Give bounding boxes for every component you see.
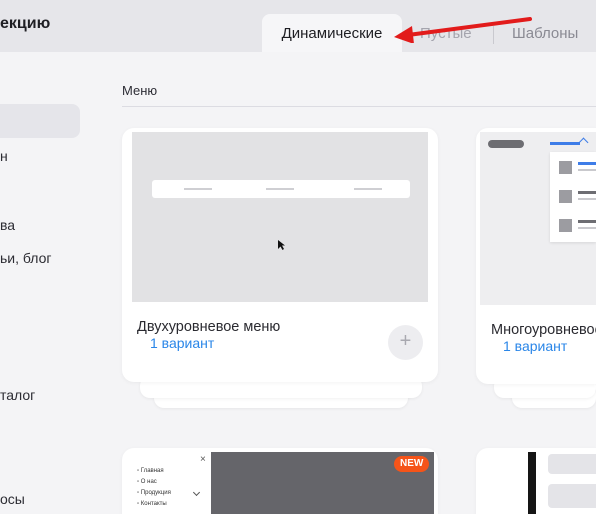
preview-active-link [550, 142, 580, 145]
new-badge: NEW [394, 456, 430, 472]
preview-menu-item: ▫ Продукция [137, 490, 171, 496]
annotation-arrow [394, 17, 532, 43]
preview-menu-item: ▫ Контакты [137, 501, 167, 507]
section-title: Меню [122, 83, 158, 98]
sidebar-selected-item[interactable] [0, 104, 80, 138]
card-variant-link[interactable]: 1 вариант [503, 338, 567, 354]
sidebar-item-5[interactable]: осы [0, 491, 25, 507]
preview-menu-line [354, 188, 382, 190]
section-divider [122, 106, 596, 107]
sidebar-item-1[interactable]: н [0, 148, 8, 164]
card-preview [480, 132, 596, 305]
sidebar-item-2[interactable]: ва [0, 217, 15, 233]
close-icon: × [200, 454, 206, 465]
card-title: Двухуровневое меню [137, 319, 281, 335]
chevron-up-icon [578, 137, 589, 148]
preview-dropdown [550, 152, 596, 242]
dialog-title: екцию [0, 15, 51, 32]
preview-block [548, 484, 596, 508]
card-title: Многоуровневое [491, 322, 596, 338]
preview-menu-line [184, 188, 212, 190]
sidebar-item-4[interactable]: талог [0, 387, 35, 403]
mouse-cursor-icon [278, 240, 285, 250]
card-preview [132, 132, 428, 302]
tab-dynamic[interactable]: Динамические [262, 14, 402, 52]
preview-menu-line [266, 188, 294, 190]
add-button[interactable]: + [388, 325, 423, 360]
preview-menu-item: ▫ О нас [137, 479, 157, 485]
preview-menu-item: ▫ Главная [137, 468, 164, 474]
card-variant-link[interactable]: 1 вариант [150, 335, 214, 351]
preview-block [548, 454, 596, 474]
preview-sidebar-strip [528, 452, 536, 514]
preview-logo-bar [488, 140, 524, 148]
sidebar-item-3[interactable]: ьи, блог [0, 250, 52, 266]
